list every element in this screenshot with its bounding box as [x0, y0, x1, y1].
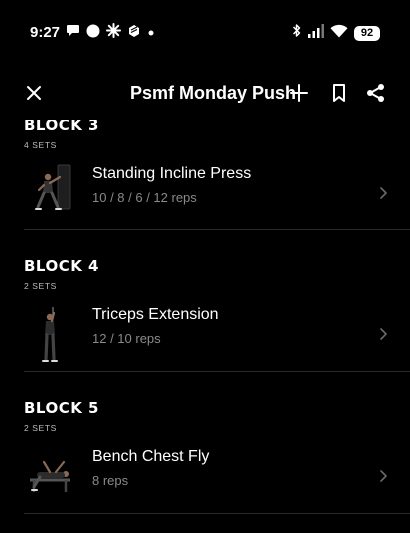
chevron-right-icon: [378, 186, 388, 200]
bookmark-button[interactable]: [328, 82, 350, 104]
bluetooth-icon: [292, 23, 302, 43]
close-icon: [27, 86, 41, 100]
chat-bubble-icon: [66, 24, 80, 42]
system-icons: 92: [292, 23, 380, 43]
exercise-name: Triceps Extension: [92, 306, 219, 323]
share-button[interactable]: [365, 82, 387, 104]
battery-icon: 92: [354, 25, 380, 41]
block-sets: 4 SETS: [24, 140, 57, 150]
exercise-row-standing-incline-press[interactable]: Standing Incline Press 10 / 8 / 6 / 12 r…: [0, 156, 410, 226]
circle-icon: [86, 24, 100, 43]
wifi-icon: [330, 24, 348, 43]
status-bar: 9:27 92: [0, 0, 410, 66]
exercise-thumbnail: [24, 163, 80, 219]
page-title: Psmf Monday Push: [130, 83, 297, 103]
dot-icon: [147, 24, 155, 42]
exercise-reps: 10 / 8 / 6 / 12 reps: [92, 190, 197, 205]
block-title: BLOCK 4: [24, 257, 99, 275]
divider: [24, 513, 410, 514]
signal-icon: [308, 23, 324, 43]
bookmark-icon: [333, 84, 345, 102]
close-button[interactable]: [24, 83, 44, 103]
exercise-name: Standing Incline Press: [92, 165, 252, 182]
notification-icons: [66, 23, 155, 43]
block-title: BLOCK 5: [24, 399, 99, 417]
exercise-row-triceps-extension[interactable]: Triceps Extension 12 / 10 reps: [0, 297, 410, 367]
add-button[interactable]: [288, 82, 310, 104]
chevron-right-icon: [378, 469, 388, 483]
exercise-thumbnail: [24, 446, 80, 502]
exercise-name: Bench Chest Fly: [92, 448, 210, 465]
status-time: 9:27: [30, 24, 61, 41]
package-icon: [127, 24, 141, 43]
share-icon: [367, 84, 384, 102]
exercise-reps: 8 reps: [92, 473, 129, 488]
exercise-thumbnail: [24, 305, 80, 362]
pinwheel-icon: [106, 23, 121, 43]
exercise-row-bench-chest-fly[interactable]: Bench Chest Fly 8 reps: [0, 439, 410, 509]
exercise-reps: 12 / 10 reps: [92, 331, 161, 346]
chevron-right-icon: [378, 327, 388, 341]
divider: [24, 371, 410, 372]
workout-block-list[interactable]: BLOCK 3 4 SETS Standing Incline Press 10…: [0, 66, 410, 533]
block-sets: 2 SETS: [24, 423, 57, 433]
top-app-bar: Psmf Monday Push: [0, 66, 410, 120]
plus-icon: [290, 84, 308, 102]
divider: [24, 229, 410, 230]
block-sets: 2 SETS: [24, 281, 57, 291]
